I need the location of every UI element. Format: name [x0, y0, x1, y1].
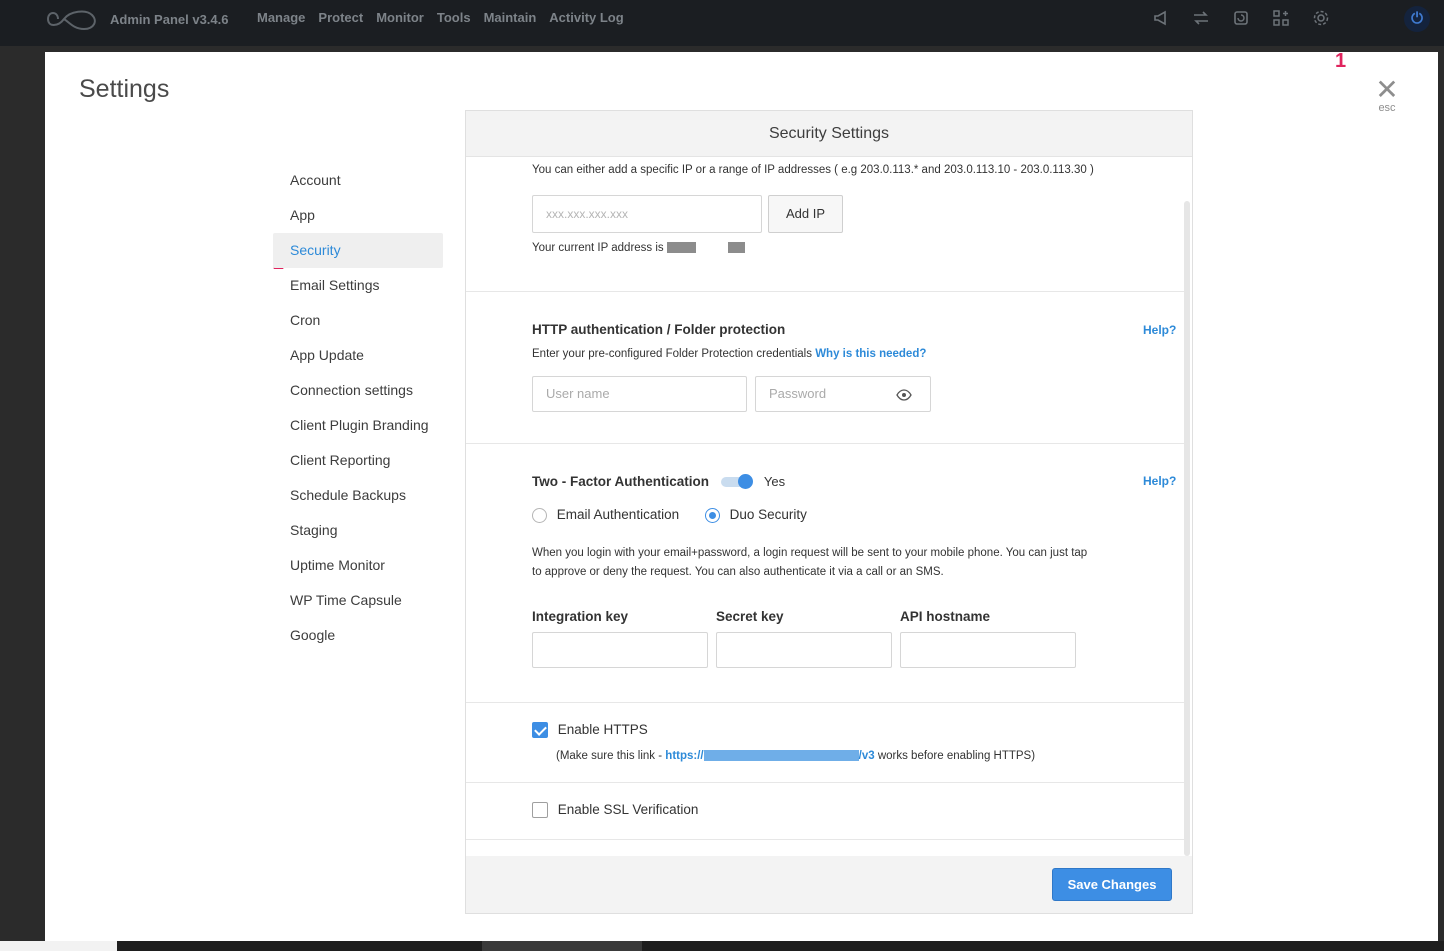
- two-factor-row: Two - Factor Authentication Yes: [532, 473, 785, 491]
- integration-key-label: Integration key: [532, 609, 629, 624]
- panel-title: Security Settings: [466, 111, 1192, 157]
- close-button[interactable]: ✕ esc: [1375, 74, 1399, 115]
- enable-ssl-label[interactable]: Enable SSL Verification: [558, 802, 699, 817]
- infinity-logo-icon: [46, 10, 96, 31]
- nav-protect[interactable]: Protect: [318, 10, 363, 25]
- settings-sidebar: Account App Security Email Settings Cron…: [273, 163, 443, 653]
- https-section: Enable HTTPS (Make sure this link - http…: [466, 703, 1184, 783]
- radio-duo-security[interactable]: [704, 507, 720, 523]
- transfer-icon[interactable]: [1190, 9, 1212, 29]
- redacted-ip-part: [728, 242, 746, 254]
- sidebar-item-uptime-monitor[interactable]: Uptime Monitor: [273, 548, 443, 583]
- api-hostname-label: API hostname: [900, 609, 991, 624]
- eye-icon[interactable]: [896, 377, 912, 411]
- password-input[interactable]: Password: [755, 376, 931, 412]
- sidebar-item-security[interactable]: Security: [273, 233, 443, 268]
- ip-whitelist-section: You can either add a specific IP or a ra…: [466, 158, 1184, 292]
- two-factor-title: Two - Factor Authentication: [532, 474, 709, 489]
- http-auth-section: HTTP authentication / Folder protection …: [466, 292, 1184, 444]
- https-link-end[interactable]: /v3: [859, 750, 875, 762]
- https-note: (Make sure this link - https:// /v3 works…: [556, 750, 1035, 762]
- password-placeholder: Password: [769, 386, 827, 401]
- bottom-tab: [482, 941, 642, 951]
- http-auth-help-link[interactable]: Help?: [1143, 323, 1176, 337]
- secret-key-input[interactable]: [716, 632, 892, 668]
- sidebar-item-connection-settings[interactable]: Connection settings: [273, 373, 443, 408]
- top-icons: [1150, 9, 1350, 29]
- two-factor-description: When you login with your email+password,…: [532, 544, 1132, 582]
- two-factor-help-link[interactable]: Help?: [1143, 474, 1176, 488]
- nav-activity-log[interactable]: Activity Log: [549, 10, 623, 25]
- nav-manage[interactable]: Manage: [257, 10, 305, 25]
- top-navbar: Admin Panel v3.4.6 Manage Protect Monito…: [0, 0, 1444, 46]
- two-factor-section: Two - Factor Authentication Yes Help? Em…: [466, 444, 1184, 703]
- sidebar-item-client-reporting[interactable]: Client Reporting: [273, 443, 443, 478]
- option-email-authentication[interactable]: Email Authentication: [557, 507, 679, 522]
- redacted-ip-part: [666, 242, 696, 254]
- why-needed-link[interactable]: Why is this needed?: [815, 348, 926, 360]
- ssl-row: Enable SSL Verification: [532, 802, 699, 819]
- modal-title: Settings: [79, 75, 170, 103]
- annotation-1: 1: [1335, 50, 1347, 72]
- ssl-section: Enable SSL Verification: [466, 783, 1184, 840]
- add-ip-button[interactable]: Add IP: [768, 195, 843, 233]
- sidebar-item-wp-time-capsule[interactable]: WP Time Capsule: [273, 583, 443, 618]
- sidebar-item-client-plugin-branding[interactable]: Client Plugin Branding: [273, 408, 443, 443]
- radio-email-authentication[interactable]: [532, 507, 547, 523]
- sidebar-item-cron[interactable]: Cron: [273, 303, 443, 338]
- megaphone-icon[interactable]: [1150, 9, 1172, 29]
- security-settings-panel: Security Settings You can either add a s…: [465, 110, 1193, 914]
- current-ip-label: Your current IP address is: [532, 242, 664, 254]
- two-factor-description-line2: to approve or deny the request. You can …: [532, 566, 944, 578]
- sidebar-item-app-update[interactable]: App Update: [273, 338, 443, 373]
- http-auth-description: Enter your pre-configured Folder Protect…: [532, 348, 812, 360]
- panel-scrollbar[interactable]: [1184, 201, 1190, 856]
- enable-ssl-checkbox[interactable]: [532, 802, 548, 819]
- option-duo-security[interactable]: Duo Security: [730, 507, 807, 522]
- two-factor-description-line1: When you login with your email+password,…: [532, 547, 1088, 559]
- apps-icon[interactable]: [1270, 9, 1292, 29]
- main-nav: Manage Protect Monitor Tools Maintain Ac…: [257, 10, 637, 25]
- settings-modal: Settings ✕ esc 1 2 3 4 5 Account App Sec…: [45, 50, 1438, 941]
- nav-maintain[interactable]: Maintain: [484, 10, 537, 25]
- https-link-start[interactable]: https://: [665, 750, 703, 762]
- http-auth-description-row: Enter your pre-configured Folder Protect…: [532, 348, 926, 360]
- save-changes-button[interactable]: Save Changes: [1052, 868, 1172, 901]
- current-ip-row: Your current IP address is: [532, 242, 746, 254]
- https-note-prefix: (Make sure this link -: [556, 750, 663, 762]
- two-factor-options: Email Authentication Duo Security: [532, 507, 807, 523]
- sidebar-item-email-settings[interactable]: Email Settings: [273, 268, 443, 303]
- nav-tools[interactable]: Tools: [437, 10, 471, 25]
- bottom-tab: [0, 941, 117, 951]
- gear-icon[interactable]: [1310, 9, 1332, 29]
- ip-hint: You can either add a specific IP or a ra…: [532, 164, 1094, 176]
- sidebar-item-schedule-backups[interactable]: Schedule Backups: [273, 478, 443, 513]
- username-input[interactable]: User name: [532, 376, 747, 412]
- two-factor-toggle-value: Yes: [763, 474, 786, 489]
- sidebar-item-account[interactable]: Account: [273, 163, 443, 198]
- https-row: Enable HTTPS: [532, 722, 648, 739]
- ip-input[interactable]: xxx.xxx.xxx.xxx: [532, 195, 762, 233]
- secret-key-label: Secret key: [716, 609, 784, 624]
- api-hostname-input[interactable]: [900, 632, 1076, 668]
- nav-monitor[interactable]: Monitor: [376, 10, 424, 25]
- integration-key-input[interactable]: [532, 632, 708, 668]
- redacted-url: [703, 750, 859, 762]
- brand[interactable]: Admin Panel v3.4.6: [44, 6, 229, 32]
- sidebar-item-staging[interactable]: Staging: [273, 513, 443, 548]
- panel-footer: Save Changes: [466, 856, 1192, 913]
- http-auth-title: HTTP authentication / Folder protection: [532, 322, 786, 337]
- close-esc-label: esc: [1378, 102, 1396, 114]
- enable-https-checkbox[interactable]: [532, 722, 548, 739]
- sync-icon[interactable]: [1230, 9, 1252, 29]
- https-note-suffix: works before enabling HTTPS): [877, 750, 1036, 762]
- brand-title: Admin Panel v3.4.6: [110, 11, 229, 27]
- two-factor-toggle[interactable]: [721, 473, 754, 489]
- enable-https-label[interactable]: Enable HTTPS: [558, 722, 648, 737]
- sidebar-item-google[interactable]: Google: [273, 618, 443, 653]
- power-icon[interactable]: ⏻: [1404, 6, 1430, 32]
- bottom-strip: [0, 941, 1444, 951]
- sidebar-item-app[interactable]: App: [273, 198, 443, 233]
- close-icon: ✕: [1375, 74, 1399, 105]
